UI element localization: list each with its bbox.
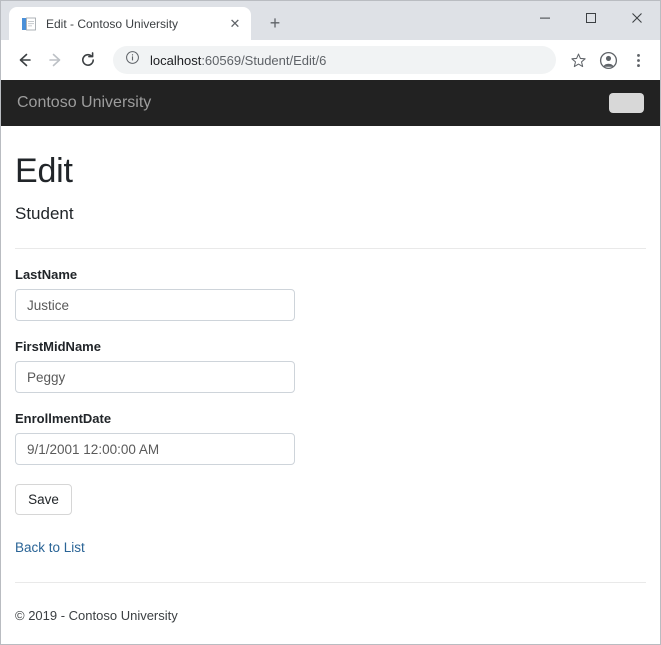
form-group-enrollmentdate: EnrollmentDate xyxy=(15,411,646,465)
form-group-firstmidname: FirstMidName xyxy=(15,339,646,393)
lastname-input[interactable] xyxy=(15,289,295,321)
firstmidname-input[interactable] xyxy=(15,361,295,393)
footer-divider xyxy=(15,582,646,583)
reload-icon[interactable] xyxy=(73,45,103,75)
star-icon[interactable] xyxy=(564,46,592,74)
document-icon xyxy=(21,16,37,32)
url-host: localhost xyxy=(150,53,201,68)
page-subtitle: Student xyxy=(15,204,646,224)
form-group-lastname: LastName xyxy=(15,267,646,321)
minimize-button[interactable] xyxy=(522,1,568,34)
tab-strip: Edit - Contoso University ✕ + xyxy=(1,1,660,40)
back-to-list-link[interactable]: Back to List xyxy=(15,540,85,555)
address-bar[interactable]: localhost:60569/Student/Edit/6 xyxy=(113,46,556,74)
profile-avatar-icon[interactable] xyxy=(594,46,622,74)
page-title: Edit xyxy=(15,152,646,191)
forward-arrow-icon xyxy=(41,45,71,75)
page-viewport: Contoso University Edit Student LastName… xyxy=(1,80,660,644)
site-navbar: Contoso University xyxy=(1,80,660,126)
url-path: :60569/Student/Edit/6 xyxy=(201,53,326,68)
browser-toolbar: localhost:60569/Student/Edit/6 xyxy=(1,40,660,80)
edit-student-form: LastName FirstMidName EnrollmentDate Sav… xyxy=(15,267,646,515)
window-controls xyxy=(522,1,660,34)
close-icon[interactable]: ✕ xyxy=(227,16,243,32)
browser-window: Edit - Contoso University ✕ + xyxy=(0,0,661,645)
label-lastname: LastName xyxy=(15,267,646,282)
new-tab-button[interactable]: + xyxy=(261,9,289,37)
enrollmentdate-input[interactable] xyxy=(15,433,295,465)
close-window-button[interactable] xyxy=(614,1,660,34)
url-text: localhost:60569/Student/Edit/6 xyxy=(150,53,326,68)
navbar-brand[interactable]: Contoso University xyxy=(17,94,151,112)
title-divider xyxy=(15,248,646,249)
back-arrow-icon[interactable] xyxy=(9,45,39,75)
label-firstmidname: FirstMidName xyxy=(15,339,646,354)
three-dots-menu-icon[interactable] xyxy=(624,46,652,74)
tab-title: Edit - Contoso University xyxy=(46,17,218,31)
maximize-button[interactable] xyxy=(568,1,614,34)
info-circle-icon[interactable] xyxy=(125,50,140,70)
navbar-toggler-icon[interactable] xyxy=(609,93,644,113)
page-container: Edit Student LastName FirstMidName Enrol… xyxy=(1,126,660,644)
footer-copyright: © 2019 - Contoso University xyxy=(15,608,646,623)
save-button[interactable]: Save xyxy=(15,484,72,515)
browser-tab[interactable]: Edit - Contoso University ✕ xyxy=(9,7,251,40)
label-enrollmentdate: EnrollmentDate xyxy=(15,411,646,426)
